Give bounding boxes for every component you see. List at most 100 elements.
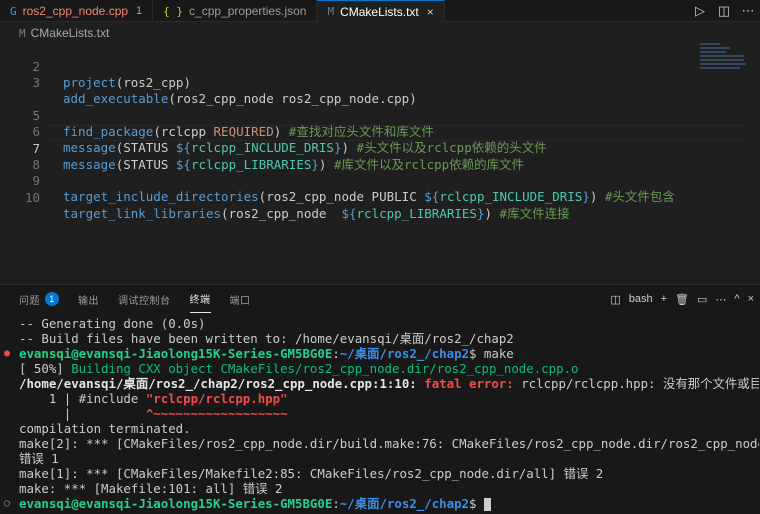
prompt-user: evansqi@evansqi-Jiaolong15K-Series-GM5BG…	[19, 496, 333, 511]
prompt-sep: :	[332, 496, 340, 511]
breadcrumb: M CMakeLists.txt	[0, 23, 760, 43]
line-number: 10	[24, 190, 40, 205]
tab-debug-console[interactable]: 调试控制台	[118, 285, 171, 313]
tab-label: 输出	[78, 295, 99, 307]
code-line: 8	[0, 141, 700, 172]
cmake-file-icon: M	[327, 5, 335, 18]
code-token: rclcpp_LIBRARIES	[356, 206, 477, 221]
more-actions-icon[interactable]: ⋯	[736, 3, 760, 19]
terminal-line: [ 50%] Building CXX object CMakeFiles/ro…	[19, 361, 759, 376]
code-token: )	[183, 75, 191, 90]
error-label: fatal error:	[424, 376, 522, 391]
tab-terminal[interactable]: 终端	[189, 285, 211, 313]
code-token: ros2_cpp_node	[228, 206, 342, 221]
code-line: 10 target_link_libraries(ros2_cpp_node $…	[0, 174, 700, 221]
editor-actions: ▷ ◫ ⋯	[688, 0, 760, 22]
trash-icon[interactable]: 🗑	[675, 293, 689, 306]
tab-label: 调试控制台	[118, 295, 171, 307]
code-token: ${	[341, 206, 357, 221]
command-error-icon[interactable]: ●	[4, 346, 10, 361]
split-terminal-icon[interactable]: ◫	[610, 293, 620, 306]
panel-actions: ◫ bash + 🗑 ▭ ⋯ ^ ×	[602, 285, 754, 313]
json-file-icon: { }	[163, 4, 184, 18]
code-token: rclcpp_INCLUDE_DRIS	[439, 189, 583, 204]
tab-label: 端口	[229, 295, 251, 307]
code-token: }	[582, 189, 590, 204]
new-terminal-icon[interactable]: +	[661, 293, 667, 305]
prompt-end: $	[469, 496, 484, 511]
prompt-path: ~/桌面/ros2_/chap2	[339, 496, 469, 511]
tab-label: 终端	[189, 295, 211, 306]
tab-ros2-cpp-node[interactable]: G ros2_cpp_node.cpp 1	[0, 0, 154, 22]
source-excerpt: 1 | #include	[19, 391, 146, 406]
code-token: ${	[424, 189, 440, 204]
editor-tab-bar: G ros2_cpp_node.cpp 1 { } c_cpp_properti…	[0, 0, 760, 22]
code-token: )	[484, 206, 493, 221]
cmake-file-icon: M	[19, 26, 26, 40]
problems-count-badge: 1	[45, 292, 59, 306]
prompt-user: evansqi@evansqi-Jiaolong15K-Series-GM5BG…	[19, 346, 333, 361]
terminal-command: make	[483, 346, 514, 361]
problem-count-badge: 1	[136, 5, 143, 17]
code-token: ros2_cpp	[123, 75, 184, 90]
prompt-sep: :	[332, 346, 340, 361]
code-token: target_link_libraries	[63, 206, 222, 221]
minimap[interactable]	[700, 43, 748, 83]
source-gutter: |	[19, 406, 146, 421]
terminal-line: make[2]: *** [CMakeFiles/ros2_cpp_node.d…	[19, 436, 759, 451]
close-icon[interactable]: ×	[427, 5, 434, 19]
terminal-line: | ^~~~~~~~~~~~~~~~~~~	[19, 406, 759, 421]
terminal-shell-label[interactable]: bash	[629, 293, 653, 305]
panel-layout-icon[interactable]: ▭	[697, 293, 707, 306]
code-comment: #库文件连接	[492, 206, 570, 221]
terminal-line: /home/evansqi/桌面/ros2_/chap2/ros2_cpp_no…	[19, 376, 759, 391]
code-token: project	[63, 75, 116, 90]
tab-c-cpp-properties[interactable]: { } c_cpp_properties.json	[153, 0, 318, 22]
tab-problems[interactable]: 问题 1	[19, 285, 59, 313]
tab-cmakelists[interactable]: M CMakeLists.txt ×	[317, 0, 445, 22]
tab-output[interactable]: 输出	[78, 285, 99, 313]
tab-ports[interactable]: 端口	[230, 285, 251, 313]
code-token: (	[221, 206, 229, 221]
breadcrumb-item[interactable]: CMakeLists.txt	[31, 26, 110, 40]
terminal-prompt-line: evansqi@evansqi-Jiaolong15K-Series-GM5BG…	[19, 496, 759, 511]
code-token: ros2_cpp_node PUBLIC	[266, 189, 425, 204]
code-line: 7 message(STATUS ${rclcpp_LIBRARIES}) #库…	[0, 125, 700, 172]
line-number: 3	[32, 75, 40, 90]
tab-label: c_cpp_properties.json	[189, 4, 307, 18]
bottom-panel: 问题 1 输出 调试控制台 终端 端口 ◫ bash + 🗑 ▭ ⋯ ^ × --…	[0, 284, 760, 514]
tab-label: CMakeLists.txt	[340, 4, 419, 19]
terminal-cursor	[483, 497, 491, 511]
terminal-line: 1 | #include "rclcpp/rclcpp.hpp"	[19, 391, 759, 406]
cpp-file-icon: G	[10, 4, 17, 18]
code-line: 6 message(STATUS ${rclcpp_INCLUDE_DRIS})…	[0, 108, 700, 155]
terminal-prompt-line: evansqi@evansqi-Jiaolong15K-Series-GM5BG…	[19, 346, 759, 361]
terminal-line: make[1]: *** [CMakeFiles/Makefile2:85: C…	[19, 466, 604, 481]
close-panel-icon[interactable]: ×	[748, 293, 754, 305]
maximize-panel-icon[interactable]: ^	[734, 293, 739, 305]
error-location: /home/evansqi/桌面/ros2_/chap2/ros2_cpp_no…	[19, 376, 425, 391]
command-status-icon[interactable]: ○	[4, 496, 10, 511]
prompt-path: ~/桌面/ros2_/chap2	[339, 346, 469, 361]
error-message: rclcpp/rclcpp.hpp: 没有那个文件或目录	[521, 376, 759, 391]
split-editor-icon[interactable]: ◫	[712, 3, 736, 19]
terminal-line: 错误 1	[19, 451, 59, 466]
more-actions-icon[interactable]: ⋯	[715, 293, 726, 306]
build-step-text: Building CXX object CMakeFiles/ros2_cpp_…	[71, 361, 579, 376]
code-line: 2 project(ros2_cpp)	[0, 43, 700, 90]
tab-label: ros2_cpp_node.cpp	[22, 4, 129, 18]
run-icon[interactable]: ▷	[688, 3, 712, 19]
code-token: target_include_directories	[63, 189, 259, 204]
code-editor[interactable]: 2 project(ros2_cpp) 3 add_executable(ros…	[0, 43, 760, 283]
tab-label: 问题	[19, 295, 40, 307]
terminal-line: -- Generating done (0.0s)	[19, 316, 206, 331]
error-caret: ^~~~~~~~~~~~~~~~~~~	[145, 406, 288, 421]
code-line: 5 find_package(rclcpp REQUIRED) #查找对应头文件…	[0, 92, 700, 139]
code-comment: #头文件包含	[597, 189, 675, 204]
terminal-line: compilation terminated.	[19, 421, 191, 436]
progress-text: [ 50%]	[19, 361, 72, 376]
code-line: 3 add_executable(ros2_cpp_node ros2_cpp_…	[0, 59, 700, 106]
prompt-end: $	[469, 346, 484, 361]
code-line: 9 target_include_directories(ros2_cpp_no…	[0, 157, 700, 204]
terminal-line: -- Build files have been written to: /ho…	[19, 331, 514, 346]
